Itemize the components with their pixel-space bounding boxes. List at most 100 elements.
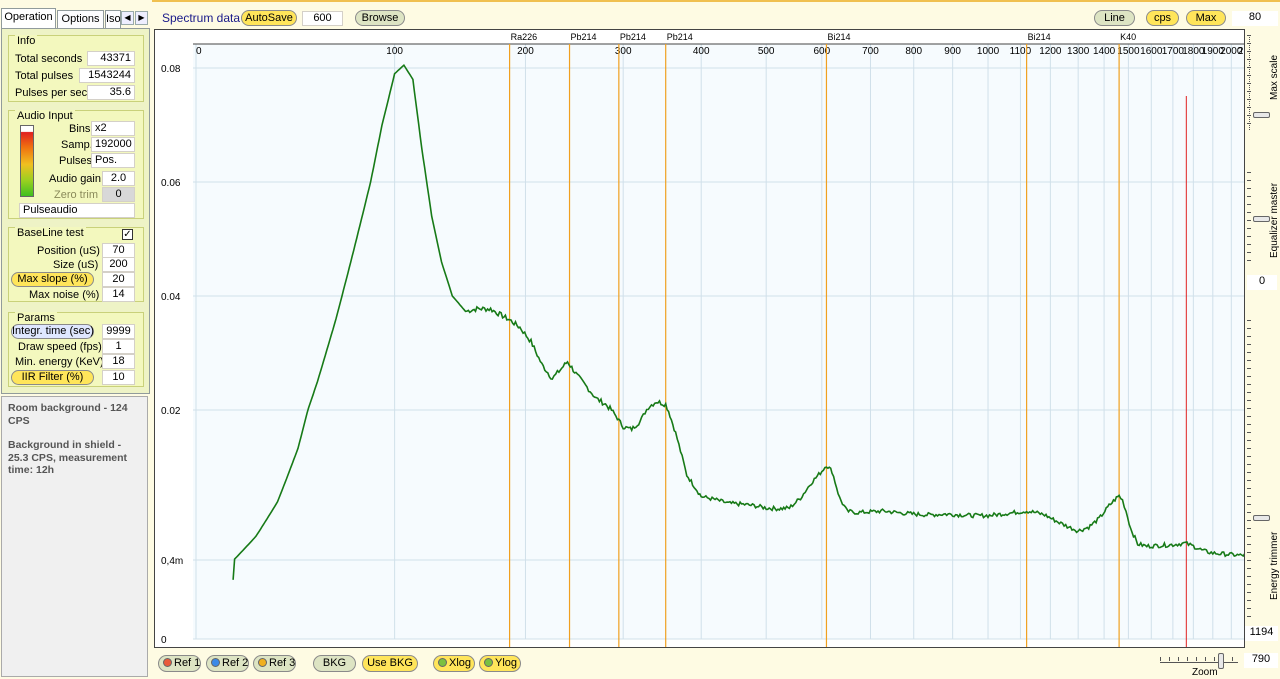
baseline-checkbox[interactable]: ✓ — [122, 229, 133, 240]
max-noise-input[interactable]: 14 — [102, 287, 135, 302]
pulses-label: Pulses — [59, 155, 93, 167]
x-tick-label: 1400 — [1093, 46, 1116, 57]
notes-line-2: Background in shield - 25.3 CPS, measure… — [8, 439, 128, 476]
equalizer-value[interactable]: 0 — [1247, 275, 1277, 290]
energy-trimmer-label: Energy trimmer — [1269, 531, 1280, 600]
x-tick-label: 1100 — [1010, 46, 1032, 57]
zero-trim-label: Zero trim — [54, 189, 98, 201]
x-tick-label: 2100 — [1238, 46, 1244, 57]
cps-button[interactable]: cps — [1146, 10, 1179, 26]
tab-options[interactable]: Options — [57, 10, 104, 29]
ref2-label: Ref 2 — [222, 657, 249, 669]
size-input[interactable]: 200 — [102, 257, 135, 272]
bkg-button[interactable]: BKG — [313, 655, 356, 672]
samp-label: Samp. — [61, 139, 93, 151]
samp-select[interactable]: 192000 — [91, 137, 135, 152]
zoom-label: Zoom — [1192, 667, 1218, 678]
info-title: Info — [15, 35, 38, 47]
min-energy-input[interactable]: 18 — [102, 354, 135, 369]
max-scale-thumb[interactable] — [1253, 112, 1270, 118]
tab-operation[interactable]: Operation — [1, 8, 56, 29]
y-tick-label: 0 — [161, 635, 167, 646]
params-group: Params Integr. time (sec) 9999 Draw spee… — [8, 312, 144, 387]
ylog-button[interactable]: Ylog — [479, 655, 521, 672]
min-energy-label: Min. energy (KeV) — [15, 356, 104, 368]
max-slope-button[interactable]: Max slope (%) — [11, 272, 94, 287]
audio-gain-input[interactable]: 2.0 — [102, 171, 135, 186]
audio-input-title: Audio Input — [15, 110, 75, 122]
spectrum-plot[interactable]: 0 100 200 300 400 500 600 700 800 900 1000 1100 1200… — [155, 30, 1244, 647]
x-tick-label: 700 — [862, 46, 879, 57]
max-scale-slider[interactable] — [1247, 35, 1270, 135]
x-tick-label: 300 — [615, 46, 632, 57]
y-tick-label: 0.06 — [161, 178, 181, 189]
spectrum-chart[interactable]: 0 100 200 300 400 500 600 700 800 900 1000 1100 1200… — [155, 30, 1244, 647]
x-tick-label: 1200 — [1039, 46, 1062, 57]
draw-speed-input[interactable]: 1 — [102, 339, 135, 354]
pulses-select[interactable]: Pos. — [91, 153, 135, 168]
zoom-track — [1160, 662, 1238, 663]
ref1-button[interactable]: Ref 1 — [158, 655, 201, 672]
params-title: Params — [15, 312, 57, 324]
equalizer-track-ticks — [1247, 172, 1251, 262]
ref1-led-icon — [163, 658, 172, 667]
ref3-button[interactable]: Ref 3 — [253, 655, 296, 672]
xlog-led-icon — [438, 658, 447, 667]
total-pulses-value: 1543244 — [79, 68, 135, 83]
x-tick-label: 1300 — [1067, 46, 1090, 57]
max-slope-input[interactable]: 20 — [102, 272, 135, 287]
ref3-led-icon — [258, 658, 267, 667]
zoom-thumb[interactable] — [1218, 653, 1224, 669]
zoom-slider[interactable] — [1160, 652, 1238, 669]
notes-line-1: Room background - 124 CPS — [8, 402, 128, 427]
equalizer-thumb[interactable] — [1253, 216, 1270, 222]
notes-area[interactable]: Room background - 124 CPS Background in … — [1, 396, 148, 677]
tab-iso[interactable]: Iso — [105, 10, 121, 29]
iir-filter-input[interactable]: 10 — [102, 370, 135, 385]
total-seconds-value: 43371 — [87, 51, 135, 66]
x-tick-label: 1600 — [1140, 46, 1163, 57]
isotope-marker-label: Pb214 — [571, 32, 597, 42]
x-tick-label: 100 — [386, 46, 403, 57]
zero-trim-input: 0 — [102, 187, 135, 202]
draw-speed-label: Draw speed (fps) — [18, 341, 102, 353]
isotope-marker-label: Ra226 — [511, 32, 538, 42]
equalizer-slider[interactable] — [1247, 172, 1270, 262]
x-tick-label: 400 — [693, 46, 710, 57]
integr-time-input[interactable]: 9999 — [102, 324, 135, 339]
x-tick-label: 600 — [813, 46, 830, 57]
y-tick-label: 0.02 — [161, 406, 181, 417]
browse-button[interactable]: Browse — [355, 10, 405, 26]
ref1-label: Ref 1 — [174, 657, 201, 669]
ylog-led-icon — [484, 658, 493, 667]
max-input[interactable]: 80 — [1232, 11, 1278, 26]
ref2-button[interactable]: Ref 2 — [206, 655, 249, 672]
x-tick-label: 0 — [196, 46, 202, 57]
xlog-button[interactable]: Xlog — [433, 655, 475, 672]
audio-device-select[interactable]: Pulseaudio — [19, 203, 135, 218]
energy-trimmer-thumb[interactable] — [1253, 515, 1270, 521]
x-tick-label: 900 — [944, 46, 961, 57]
integr-time-button[interactable]: Integr. time (sec) — [11, 324, 94, 339]
plot-area — [193, 44, 1244, 639]
bins-select[interactable]: x2 — [91, 121, 135, 136]
isotope-marker-label: Pb214 — [620, 32, 646, 42]
zoom-value[interactable]: 790 — [1244, 653, 1278, 668]
autosave-input[interactable]: 600 — [302, 11, 343, 26]
left-panel: Operation Options Iso ◀ ▶ Info Total sec… — [0, 0, 152, 679]
audio-input-group: Audio Input Bins x2 Samp. 192000 Pulses … — [8, 110, 144, 219]
use-bkg-button[interactable]: Use BKG — [362, 655, 418, 672]
tab-scroll-left-button[interactable]: ◀ — [121, 11, 134, 25]
x-tick-label: 1700 — [1162, 46, 1185, 57]
energy-trimmer-slider[interactable] — [1247, 320, 1270, 620]
energy-trimmer-value[interactable]: 1194 — [1245, 626, 1278, 641]
tab-scroll-right-button[interactable]: ▶ — [135, 11, 148, 25]
x-tick-label: 500 — [758, 46, 775, 57]
x-tick-label: 200 — [517, 46, 534, 57]
isotope-marker-label: K40 — [1120, 32, 1136, 42]
max-button[interactable]: Max — [1186, 10, 1226, 26]
autosave-button[interactable]: AutoSave — [241, 10, 297, 26]
position-input[interactable]: 70 — [102, 243, 135, 258]
line-button[interactable]: Line — [1094, 10, 1135, 26]
iir-filter-button[interactable]: IIR Filter (%) — [11, 370, 94, 385]
